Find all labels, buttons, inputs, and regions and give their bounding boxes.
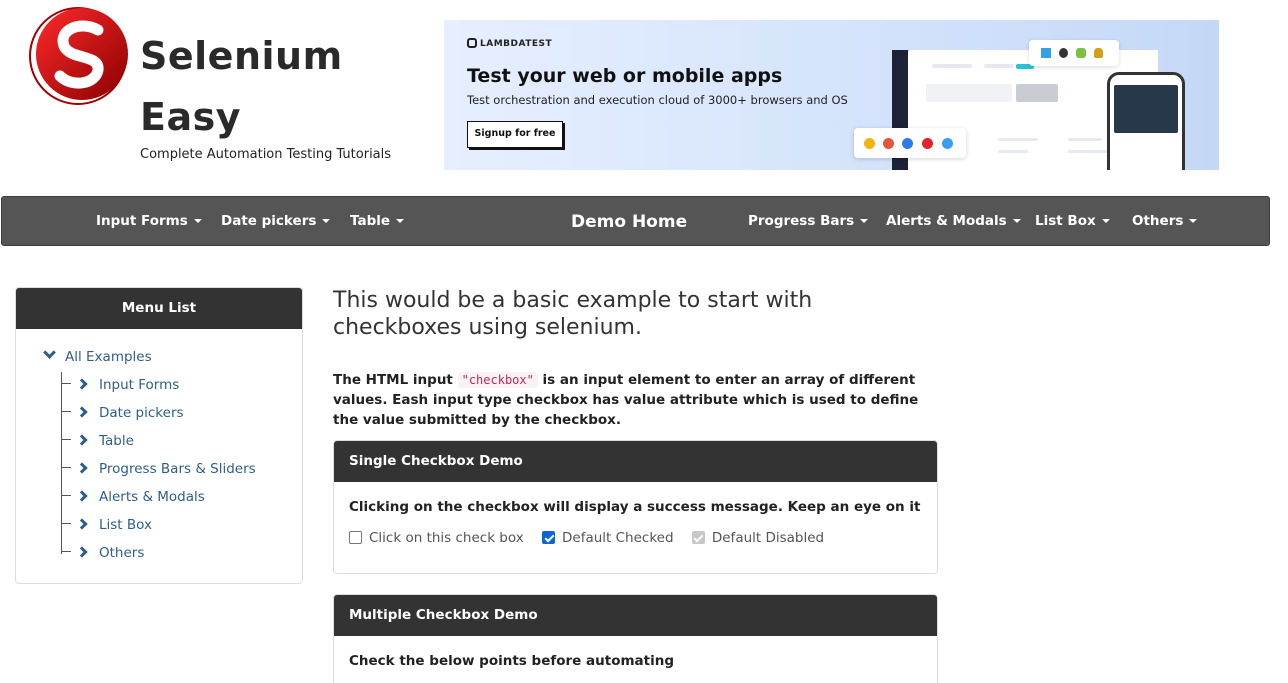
checkbox-label: Click on this check box: [369, 530, 524, 546]
sidebar-root-all-examples[interactable]: All Examples: [43, 346, 152, 365]
nav-others[interactable]: Others: [1132, 197, 1198, 245]
nav-label: Input Forms: [96, 213, 188, 229]
click-on-this-checkbox[interactable]: [349, 531, 362, 544]
chevron-right-icon: [76, 546, 88, 558]
sidebar-item-others[interactable]: Others: [61, 545, 144, 565]
banner-title: Test your web or mobile apps: [467, 65, 783, 87]
caret-down-icon: [860, 219, 869, 223]
sidebar-menu: Menu List All Examples Input Forms Date …: [15, 287, 303, 584]
lambdatest-logo-text: LAMBDATEST: [480, 39, 553, 49]
checkbox-label: Default Checked: [562, 530, 674, 546]
nav-date-pickers[interactable]: Date pickers: [221, 197, 331, 245]
multiple-checkbox-panel-title: Multiple Checkbox Demo: [334, 595, 937, 636]
caret-down-icon: [1012, 219, 1021, 223]
sidebar-item-list-box[interactable]: List Box: [61, 517, 152, 537]
sidebar-item-label: Progress Bars & Sliders: [99, 461, 256, 477]
lambdatest-banner[interactable]: LAMBDATEST Test your web or mobile apps …: [444, 20, 1219, 170]
sidebar-item-label: Others: [99, 545, 145, 561]
multiple-checkbox-instructions: Check the below points before automating: [349, 653, 674, 669]
brand-tagline: Complete Automation Testing Tutorials: [140, 147, 392, 162]
nav-label: Alerts & Modals: [886, 213, 1007, 229]
banner-signup-button[interactable]: Signup for free: [467, 121, 563, 148]
banner-mock-start: [1016, 84, 1058, 102]
nav-alerts-modals[interactable]: Alerts & Modals: [886, 197, 1021, 245]
sidebar-item-alerts-modals[interactable]: Alerts & Modals: [61, 489, 205, 509]
chevron-right-icon: [76, 434, 88, 446]
intro-code: "checkbox": [457, 372, 538, 388]
lambdatest-logo-icon: [467, 38, 477, 48]
sidebar-item-date-pickers[interactable]: Date pickers: [61, 405, 184, 425]
sidebar-title: Menu List: [16, 288, 302, 329]
sidebar-item-input-forms[interactable]: Input Forms: [61, 377, 179, 397]
sidebar-item-table[interactable]: Table: [61, 433, 134, 453]
nav-label: List Box: [1035, 213, 1096, 229]
sidebar-item-label: Table: [99, 433, 134, 449]
sidebar-root-label: All Examples: [65, 349, 152, 365]
default-checked-checkbox[interactable]: [542, 531, 556, 544]
selenium-easy-logo[interactable]: [28, 4, 132, 108]
caret-down-icon: [193, 219, 202, 223]
chevron-right-icon: [76, 518, 88, 530]
single-checkbox-panel: Single Checkbox Demo Clicking on the che…: [333, 440, 938, 574]
chevron-right-icon: [76, 490, 88, 502]
intro-paragraph: The HTML input "checkbox" is an input el…: [333, 370, 943, 430]
sidebar-item-progress-bars[interactable]: Progress Bars & Sliders: [61, 461, 256, 481]
banner-mock-browser-icons: [854, 128, 966, 158]
caret-down-icon: [322, 219, 331, 223]
lambdatest-logo: LAMBDATEST: [467, 38, 552, 49]
caret-down-icon: [1189, 219, 1198, 223]
sidebar-item-label: Date pickers: [99, 405, 184, 421]
nav-table[interactable]: Table: [350, 197, 405, 245]
caret-down-icon: [1101, 219, 1110, 223]
chevron-right-icon: [76, 406, 88, 418]
banner-mock-os-icons: [1029, 40, 1119, 66]
caret-down-icon: [396, 219, 405, 223]
chevron-down-icon: [43, 346, 56, 359]
main-navbar: Input Forms Date pickers Table Demo Home…: [1, 196, 1270, 246]
banner-subtitle: Test orchestration and execution cloud o…: [467, 93, 848, 107]
chevron-right-icon: [76, 462, 88, 474]
nav-label: Table: [350, 213, 391, 229]
banner-mock-url: [926, 84, 1012, 102]
brand-title-line2: Easy: [140, 95, 241, 139]
nav-label: Progress Bars: [748, 213, 855, 229]
multiple-checkbox-panel: Multiple Checkbox Demo Check the below p…: [333, 594, 938, 683]
nav-input-forms[interactable]: Input Forms: [96, 197, 202, 245]
nav-progress-bars[interactable]: Progress Bars: [748, 197, 869, 245]
page-heading: This would be a basic example to start w…: [333, 288, 813, 340]
chevron-right-icon: [76, 378, 88, 390]
nav-list-box[interactable]: List Box: [1035, 197, 1110, 245]
single-checkbox-row: Click on this check box Default Checked …: [349, 530, 838, 546]
sidebar-item-label: List Box: [99, 517, 152, 533]
sidebar-item-label: Input Forms: [99, 377, 180, 393]
banner-mock-phone: [1107, 72, 1185, 170]
nav-label: Date pickers: [221, 213, 317, 229]
default-disabled-checkbox: [691, 531, 705, 544]
single-checkbox-instructions: Clicking on the checkbox will display a …: [349, 499, 921, 515]
brand-title-line1: Selenium: [140, 34, 343, 78]
intro-text-before: The HTML input: [333, 372, 458, 388]
checkbox-label: Default Disabled: [711, 530, 825, 546]
single-checkbox-panel-title: Single Checkbox Demo: [334, 441, 937, 482]
nav-label: Others: [1132, 213, 1184, 229]
nav-demo-home[interactable]: Demo Home: [571, 197, 687, 245]
sidebar-item-label: Alerts & Modals: [99, 489, 205, 505]
